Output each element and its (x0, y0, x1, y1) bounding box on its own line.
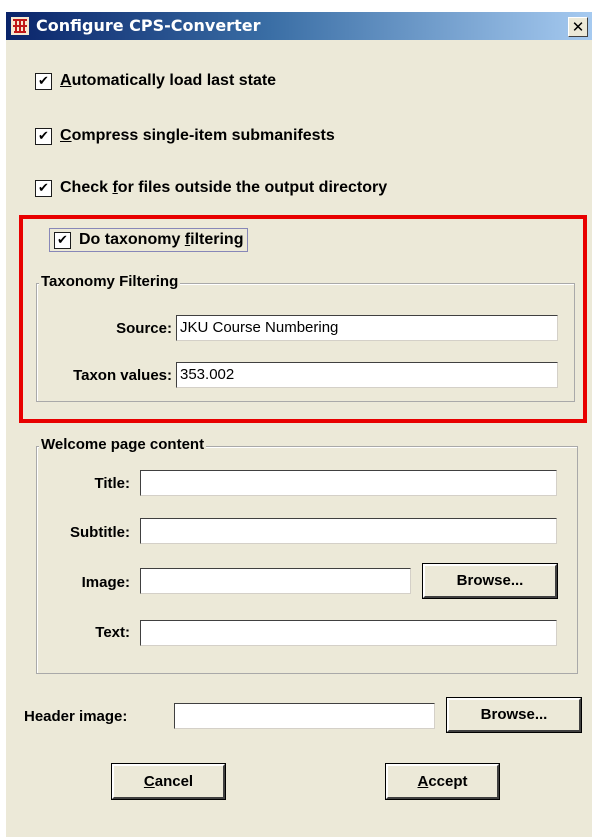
configure-dialog: Configure CPS-Converter ✕ ✔ Automaticall… (6, 12, 592, 837)
window-title: Configure CPS-Converter (36, 16, 261, 35)
check-icon: ✔ (38, 128, 49, 144)
check-files-checkbox[interactable]: ✔ (35, 179, 52, 197)
image-browse-button[interactable]: Browse... (423, 564, 557, 598)
taxonomy-group-title: Taxonomy Filtering (39, 273, 181, 290)
title-label: Title: (94, 475, 130, 492)
image-label: Image: (81, 574, 130, 591)
check-files-label: Check for files outside the output direc… (60, 179, 388, 196)
auto-load-checkbox-row[interactable]: ✔ Automatically load last state (35, 72, 276, 90)
header-image-field[interactable] (174, 703, 435, 729)
compress-label: Compress single-item submanifests (60, 127, 335, 144)
taxonomy-filtering-checkbox-row[interactable]: ✔ Do taxonomy filtering (49, 228, 249, 252)
taxon-values-field[interactable]: 353.002 (176, 362, 558, 388)
compress-checkbox-row[interactable]: ✔ Compress single-item submanifests (35, 127, 335, 145)
source-field[interactable]: JKU Course Numbering (176, 315, 558, 341)
close-button[interactable]: ✕ (568, 17, 588, 37)
title-field[interactable] (140, 470, 557, 496)
subtitle-label: Subtitle: (70, 524, 130, 541)
header-browse-button[interactable]: Browse... (447, 698, 581, 732)
title-bar[interactable]: Configure CPS-Converter ✕ (6, 12, 592, 40)
check-icon: ✔ (38, 180, 49, 196)
check-icon: ✔ (57, 232, 68, 248)
welcome-group-title: Welcome page content (39, 436, 207, 453)
app-icon (11, 17, 29, 35)
text-field[interactable] (140, 620, 557, 646)
compress-checkbox[interactable]: ✔ (35, 127, 52, 145)
check-icon: ✔ (38, 73, 49, 89)
taxonomy-filtering-checkbox[interactable]: ✔ (54, 231, 71, 249)
close-icon: ✕ (571, 18, 585, 36)
auto-load-checkbox[interactable]: ✔ (35, 72, 52, 90)
source-label: Source: (116, 320, 172, 337)
subtitle-field[interactable] (140, 518, 557, 544)
accept-button[interactable]: Accept (386, 764, 499, 799)
header-image-label: Header image: (24, 708, 128, 725)
taxon-values-label: Taxon values: (73, 367, 172, 384)
auto-load-label: Automatically load last state (60, 72, 277, 89)
image-field[interactable] (140, 568, 411, 594)
check-files-checkbox-row[interactable]: ✔ Check for files outside the output dir… (35, 179, 387, 197)
text-label: Text: (95, 624, 130, 641)
cancel-button[interactable]: Cancel (112, 764, 225, 799)
taxonomy-filtering-label: Do taxonomy filtering (79, 231, 244, 248)
